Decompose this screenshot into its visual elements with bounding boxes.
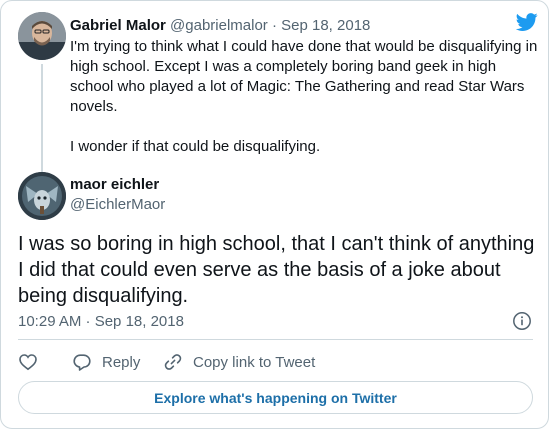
parent-tweet-paragraph: I'm trying to think what I could have do… bbox=[70, 38, 538, 115]
parent-meta-separator: · bbox=[271, 17, 277, 34]
reply-button[interactable]: Reply bbox=[72, 351, 140, 373]
main-tweet-text: I was so boring in high school, that I c… bbox=[18, 233, 535, 307]
thread-connector-line bbox=[41, 64, 43, 172]
avatar-gabriel-malor[interactable] bbox=[18, 12, 66, 60]
reply-icon bbox=[73, 354, 91, 371]
copy-link-button[interactable]: Copy link to Tweet bbox=[163, 351, 315, 373]
info-icon[interactable] bbox=[512, 311, 532, 331]
tweet-embed-card: Gabriel Malor @gabrielmalor · Sep 18, 20… bbox=[0, 0, 549, 429]
twitter-bird-icon[interactable] bbox=[516, 11, 538, 33]
heart-icon bbox=[19, 354, 37, 371]
parent-tweet-header: Gabriel Malor @gabrielmalor · Sep 18, 20… bbox=[70, 16, 540, 36]
parent-tweet-text: I'm trying to think what I could have do… bbox=[70, 37, 540, 157]
like-button[interactable] bbox=[18, 351, 38, 373]
reply-label: Reply bbox=[102, 353, 141, 371]
link-icon bbox=[164, 354, 182, 370]
main-author-handle[interactable]: @EichlerMaor bbox=[70, 195, 165, 215]
parent-author-name[interactable]: Gabriel Malor bbox=[70, 17, 166, 34]
parent-tweet-date[interactable]: Sep 18, 2018 bbox=[281, 17, 370, 34]
main-author-name[interactable]: maor eichler bbox=[70, 175, 159, 195]
avatar-maor-eichler[interactable] bbox=[18, 172, 66, 220]
copy-link-label: Copy link to Tweet bbox=[193, 353, 316, 371]
explore-twitter-button[interactable]: Explore what's happening on Twitter bbox=[18, 381, 533, 414]
tweet-timestamp[interactable]: 10:29 AM · Sep 18, 2018 bbox=[18, 312, 184, 332]
divider bbox=[18, 339, 533, 340]
parent-author-handle[interactable]: @gabrielmalor bbox=[170, 17, 268, 34]
parent-tweet-paragraph: I wonder if that could be disqualifying. bbox=[70, 138, 321, 155]
parent-tweet-body: Gabriel Malor @gabrielmalor · Sep 18, 20… bbox=[70, 16, 540, 177]
